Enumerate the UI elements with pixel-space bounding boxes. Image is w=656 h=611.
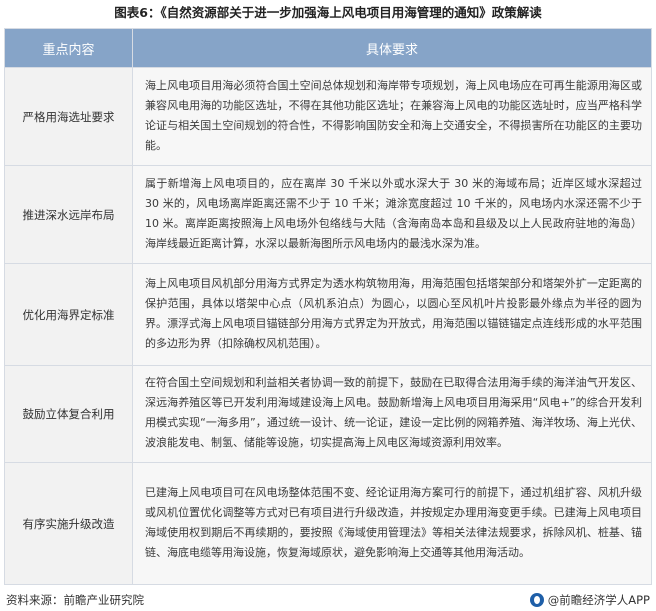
row-requirement: 已建海上风电项目可在风电场整体范围不变、经论证用海方案可行的前提下，通过机组扩容… <box>132 462 652 585</box>
brand: @前瞻经济学人APP <box>529 592 650 608</box>
row-key: 推进深水远岸布局 <box>4 165 133 264</box>
row-key: 严格用海选址要求 <box>4 67 133 166</box>
row-key: 优化用海界定标准 <box>4 263 133 366</box>
footer: 资料来源：前瞻产业研究院 @前瞻经济学人APP <box>0 589 656 611</box>
table-row: 严格用海选址要求 海上风电项目用海必须符合国土空间总体规划和海岸带专项规划，海上… <box>4 67 652 166</box>
table-row: 推进深水远岸布局 属于新增海上风电项目的，应在离岸 30 千米以外或水深大于 3… <box>4 165 652 264</box>
row-requirement: 海上风电项目风机部分用海方式界定为透水构筑物用海，用海范围包括塔架部分和塔架外扩… <box>132 263 652 366</box>
policy-table: 重点内容 具体要求 严格用海选址要求 海上风电项目用海必须符合国土空间总体规划和… <box>4 28 652 585</box>
row-key: 有序实施升级改造 <box>4 462 133 585</box>
row-requirement: 在符合国土空间规划和利益相关者协调一致的前提下，鼓励在已取得合法用海手续的海洋油… <box>132 365 652 463</box>
row-requirement: 属于新增海上风电项目的，应在离岸 30 千米以外或水深大于 30 米的海域布局；… <box>132 165 652 264</box>
row-requirement: 海上风电项目用海必须符合国土空间总体规划和海岸带专项规划，海上风电场应在可再生能… <box>132 67 652 166</box>
table-row: 有序实施升级改造 已建海上风电项目可在风电场整体范围不变、经论证用海方案可行的前… <box>4 462 652 585</box>
brand-label: @前瞻经济学人APP <box>547 593 650 607</box>
chart-title: 图表6：《自然资源部关于进一步加强海上风电项目用海管理的通知》政策解读 <box>114 5 542 20</box>
source-note: 资料来源：前瞻产业研究院 <box>6 593 144 607</box>
table-header-row: 重点内容 具体要求 <box>4 28 652 68</box>
table-row: 鼓励立体复合利用 在符合国土空间规划和利益相关者协调一致的前提下，鼓励在已取得合… <box>4 365 652 463</box>
header-requirement: 具体要求 <box>132 28 652 68</box>
table-row: 优化用海界定标准 海上风电项目风机部分用海方式界定为透水构筑物用海，用海范围包括… <box>4 263 652 366</box>
qianzhan-logo-icon <box>529 593 544 607</box>
row-key: 鼓励立体复合利用 <box>4 365 133 463</box>
header-key: 重点内容 <box>4 28 133 68</box>
